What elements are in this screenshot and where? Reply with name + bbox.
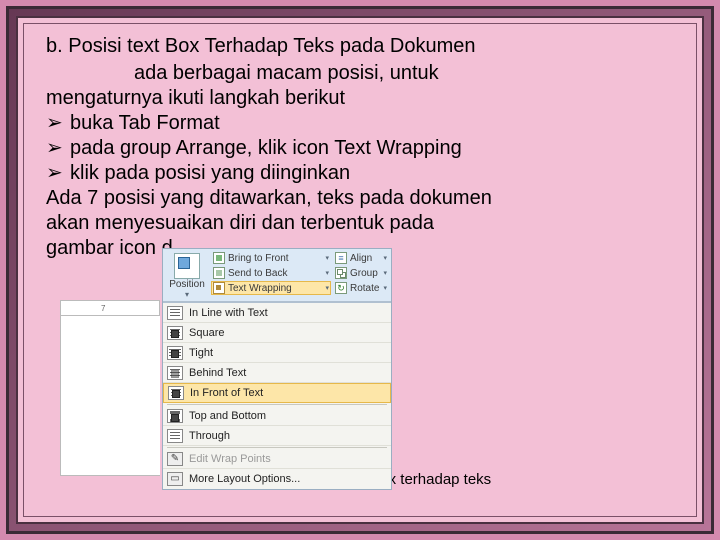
text-wrapping-menu: In Line with Text Square Tight Behind Te…	[163, 302, 391, 489]
ribbon-label: Group	[350, 268, 378, 279]
chevron-down-icon: ▾	[383, 269, 387, 277]
menu-label: Behind Text	[189, 367, 246, 379]
menu-item-more-layout[interactable]: More Layout Options...	[163, 469, 391, 489]
text-wrapping-button[interactable]: Text Wrapping ▾	[211, 281, 331, 295]
in-front-icon	[168, 386, 184, 400]
ribbon-label: Rotate	[350, 283, 379, 294]
edit-wrap-icon	[167, 452, 183, 466]
chevron-down-icon: ▾	[325, 254, 329, 262]
word-arrange-panel: Position ▾ Bring to Front ▾ Send to Back…	[162, 248, 392, 490]
group-button[interactable]: Group ▾	[333, 266, 389, 280]
bullet-item: ➢ klik pada posisi yang diinginkan	[46, 161, 674, 186]
word-document-area	[60, 316, 160, 476]
text-wrapping-icon	[213, 282, 225, 294]
menu-label: Square	[189, 327, 224, 339]
position-label: Position	[165, 280, 209, 290]
chevron-down-icon: ▾	[383, 284, 387, 292]
menu-label: More Layout Options...	[189, 473, 300, 485]
bullet-icon: ➢	[46, 111, 64, 136]
bullet-item: ➢ buka Tab Format	[46, 111, 674, 136]
send-to-back-icon	[213, 267, 225, 279]
rotate-icon	[335, 282, 347, 294]
ribbon-arrange-group: Position ▾ Bring to Front ▾ Send to Back…	[163, 249, 391, 302]
align-button[interactable]: Align ▾	[333, 251, 389, 265]
menu-label: Tight	[189, 347, 213, 359]
inline-icon	[167, 306, 183, 320]
group-icon	[335, 267, 347, 279]
bring-to-front-button[interactable]: Bring to Front ▾	[211, 251, 331, 265]
menu-item-inline[interactable]: In Line with Text	[163, 303, 391, 323]
menu-item-through[interactable]: Through	[163, 426, 391, 446]
bullet-text: pada group Arrange, klik icon Text Wrapp…	[70, 136, 462, 161]
chevron-down-icon: ▾	[325, 269, 329, 277]
rotate-button[interactable]: Rotate ▾	[333, 281, 389, 295]
chevron-down-icon: ▾	[165, 290, 209, 299]
through-icon	[167, 429, 183, 443]
bullet-text: buka Tab Format	[70, 111, 220, 136]
menu-label: In Front of Text	[190, 387, 263, 399]
menu-item-tight[interactable]: Tight	[163, 343, 391, 363]
tight-icon	[167, 346, 183, 360]
ribbon-label: Align	[350, 253, 372, 264]
chevron-down-icon: ▾	[383, 254, 387, 262]
menu-item-behind[interactable]: Behind Text	[163, 363, 391, 383]
ribbon-column-right: Align ▾ Group ▾ Rotate ▾	[333, 251, 389, 299]
chevron-down-icon: ▾	[325, 284, 329, 292]
paragraph-line: mengaturnya ikuti langkah berikut	[46, 86, 674, 111]
word-ruler: 7	[60, 300, 160, 316]
bullet-item: ➢ pada group Arrange, klik icon Text Wra…	[46, 136, 674, 161]
ribbon-label: Send to Back	[228, 268, 287, 279]
ribbon-label: Text Wrapping	[228, 283, 292, 294]
bullet-icon: ➢	[46, 161, 64, 186]
position-button[interactable]: Position ▾	[165, 251, 209, 299]
menu-item-top-bottom[interactable]: Top and Bottom	[163, 406, 391, 426]
paragraph-line: Ada 7 posisi yang ditawarkan, teks pada …	[46, 186, 674, 211]
menu-item-square[interactable]: Square	[163, 323, 391, 343]
menu-label: Through	[189, 430, 230, 442]
position-icon	[174, 253, 200, 279]
bullet-icon: ➢	[46, 136, 64, 161]
top-bottom-icon	[167, 409, 183, 423]
align-icon	[335, 252, 347, 264]
menu-label: In Line with Text	[189, 307, 268, 319]
menu-label: Edit Wrap Points	[189, 453, 271, 465]
menu-item-edit-wrap[interactable]: Edit Wrap Points	[163, 449, 391, 469]
menu-label: Top and Bottom	[189, 410, 266, 422]
paragraph-line: ada berbagai macam posisi, untuk	[46, 61, 674, 86]
paragraph-line: akan menyesuaikan diri dan terbentuk pad…	[46, 211, 674, 236]
more-layout-icon	[167, 472, 183, 486]
bullet-text: klik pada posisi yang diinginkan	[70, 161, 350, 186]
menu-item-front[interactable]: In Front of Text	[163, 383, 391, 403]
menu-separator	[167, 404, 387, 405]
ruler-mark: 7	[101, 304, 105, 313]
section-title: b. Posisi text Box Terhadap Teks pada Do…	[46, 34, 674, 59]
menu-separator	[167, 447, 387, 448]
send-to-back-button[interactable]: Send to Back ▾	[211, 266, 331, 280]
ribbon-column-left: Bring to Front ▾ Send to Back ▾ Text Wra…	[211, 251, 331, 299]
ribbon-label: Bring to Front	[228, 253, 289, 264]
bring-to-front-icon	[213, 252, 225, 264]
square-icon	[167, 326, 183, 340]
behind-text-icon	[167, 366, 183, 380]
